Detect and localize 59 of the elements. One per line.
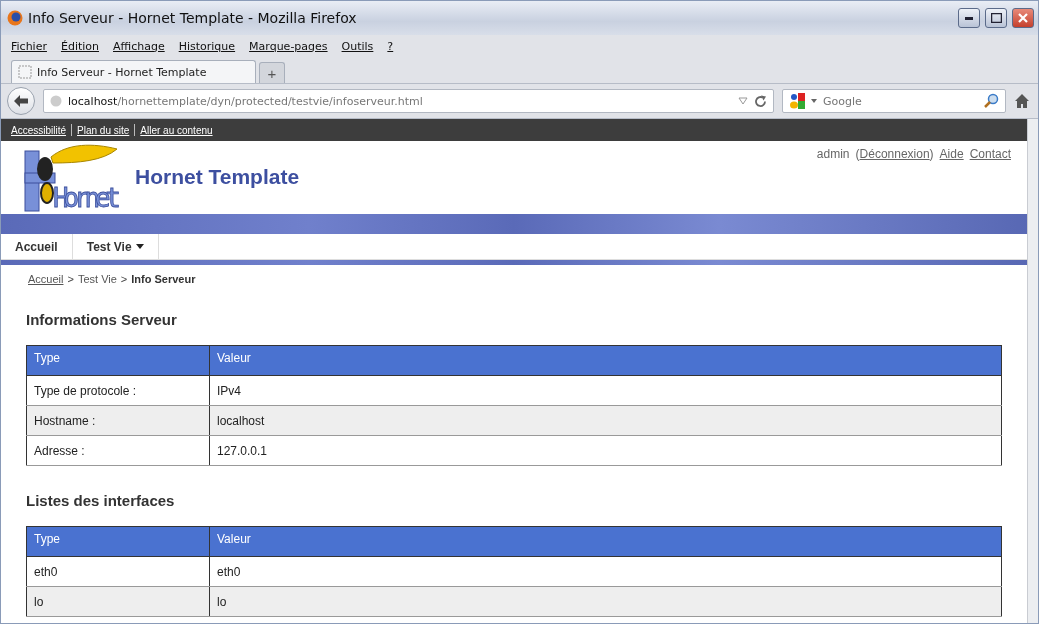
new-tab-button[interactable]: + (259, 62, 285, 83)
skip-link[interactable]: Accessibilité (11, 124, 67, 136)
table-cell: 127.0.0.1 (209, 435, 1002, 466)
logout-link[interactable]: Déconnexion (859, 147, 930, 161)
address-field[interactable]: localhost/hornettemplate/dyn/protected/testvie/infoserveur.html (43, 89, 774, 113)
maximize-icon (990, 13, 1002, 23)
table-cell: localhost (209, 405, 1002, 436)
home-icon[interactable] (1014, 93, 1030, 109)
breadcrumb-item: Info Serveur (131, 273, 196, 285)
search-icon[interactable] (983, 93, 999, 109)
menu-item[interactable]: Fichier (11, 39, 47, 53)
parenthesis: ( (855, 147, 860, 161)
close-icon (1018, 13, 1028, 23)
minimize-icon (965, 16, 973, 20)
menu-item[interactable]: Édition (60, 39, 99, 53)
header-link[interactable]: Aide (939, 147, 964, 161)
table-cell: eth0 (26, 556, 210, 587)
breadcrumb-separator: > (67, 273, 74, 285)
column-header: Type (26, 526, 210, 557)
section-heading: Listes des interfaces (26, 492, 176, 509)
skip-link[interactable]: Plan du site (77, 124, 130, 136)
column-header: Valeur (209, 526, 1002, 557)
caret-icon (811, 99, 817, 103)
reload-icon[interactable] (754, 94, 767, 108)
column-header: Valeur (209, 345, 1002, 376)
table-cell: lo (209, 586, 1002, 617)
arrow-left-icon (13, 94, 29, 108)
table-cell: IPv4 (209, 375, 1002, 406)
table-cell: lo (26, 586, 210, 617)
close-button[interactable] (1012, 8, 1034, 28)
table-cell: Hostname : (26, 405, 210, 436)
header-link[interactable]: Contact (969, 147, 1011, 161)
section-heading: Informations Serveur (26, 311, 178, 328)
parenthesis: ) (929, 147, 934, 161)
menu-item[interactable]: Affichage (113, 39, 165, 53)
search-field[interactable]: Google (782, 89, 1006, 113)
nav-item[interactable]: Accueil (1, 234, 73, 259)
breadcrumb-link[interactable]: Accueil (28, 273, 64, 285)
menu-item[interactable]: Outils (341, 39, 374, 53)
menu-item[interactable]: ? (387, 39, 394, 53)
menu-item[interactable]: Marque-pages (249, 39, 328, 53)
logo-text: Hornet (53, 183, 121, 213)
window-title: Info Serveur - Hornet Template - Mozilla Firefox (28, 10, 358, 26)
breadcrumb-separator: > (120, 273, 128, 285)
minimize-button[interactable] (958, 8, 980, 28)
user-name: admin (816, 147, 850, 161)
back-button[interactable] (7, 87, 35, 115)
table-cell: eth0 (209, 556, 1002, 587)
maximize-button[interactable] (985, 8, 1007, 28)
breadcrumb-item: Test Vie (77, 273, 117, 285)
table-cell: Adresse : (26, 435, 210, 466)
browser-tab[interactable]: Info Serveur - Hornet Template (11, 60, 256, 83)
skip-link[interactable]: Aller au contenu (140, 124, 213, 136)
nav-item[interactable]: Test Vie (72, 234, 159, 259)
menu-item[interactable]: Historique (178, 39, 236, 53)
page-icon (18, 65, 32, 79)
site-title: Hornet Template (135, 165, 301, 189)
column-header: Type (26, 345, 210, 376)
table-cell: Type de protocole : (26, 375, 210, 406)
